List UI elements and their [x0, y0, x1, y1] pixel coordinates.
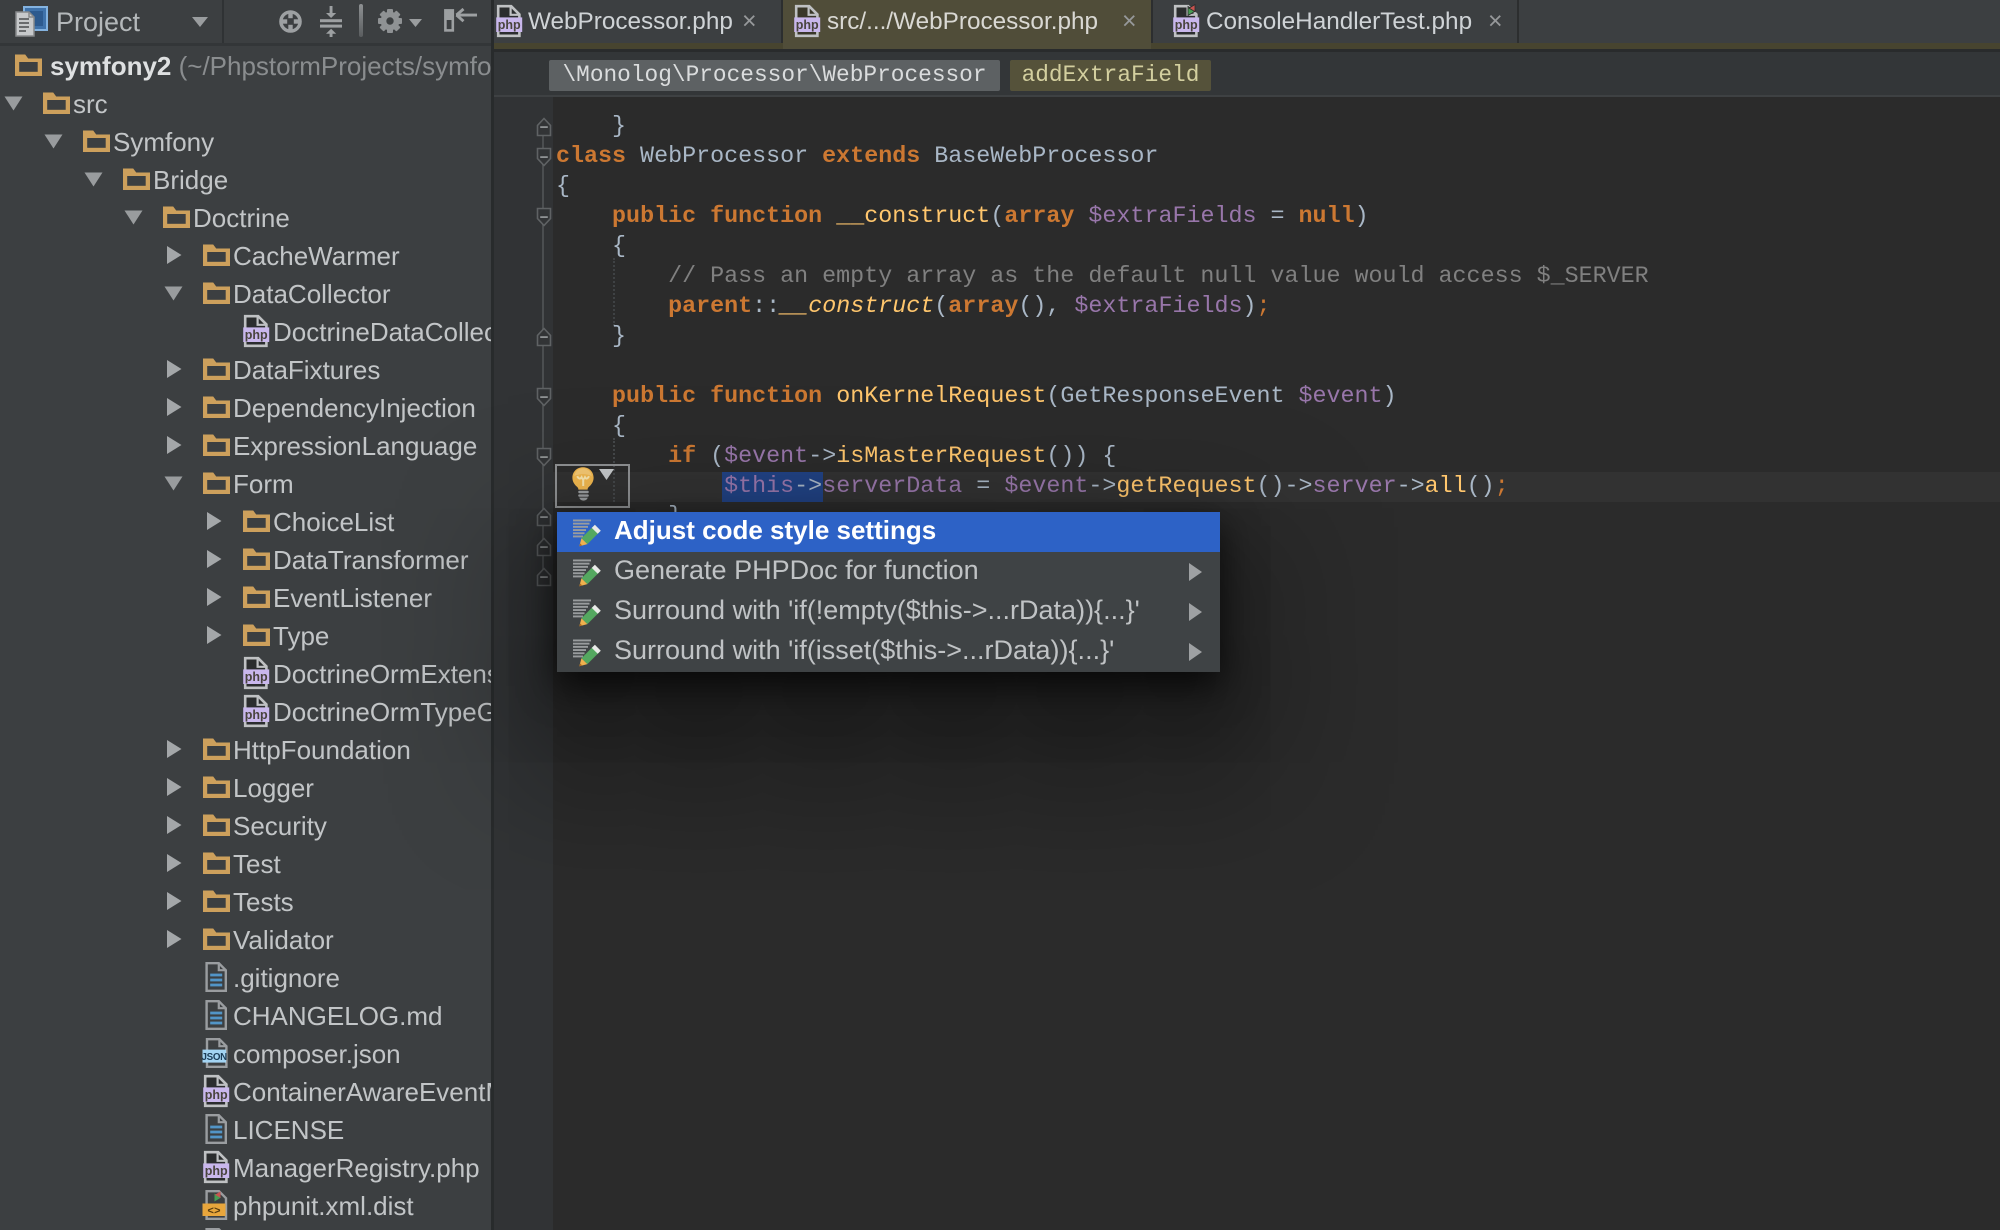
svg-text:php: php: [1175, 18, 1198, 32]
svg-text:php: php: [205, 1164, 228, 1178]
svg-text:php: php: [245, 328, 268, 342]
svg-text:php: php: [245, 708, 268, 722]
svg-text:php: php: [796, 18, 819, 32]
svg-text:php: php: [498, 18, 521, 32]
svg-text:php: php: [205, 1088, 228, 1102]
svg-text:<>: <>: [207, 1206, 221, 1218]
svg-text:php: php: [245, 670, 268, 684]
svg-text:JSON: JSON: [202, 1052, 227, 1063]
